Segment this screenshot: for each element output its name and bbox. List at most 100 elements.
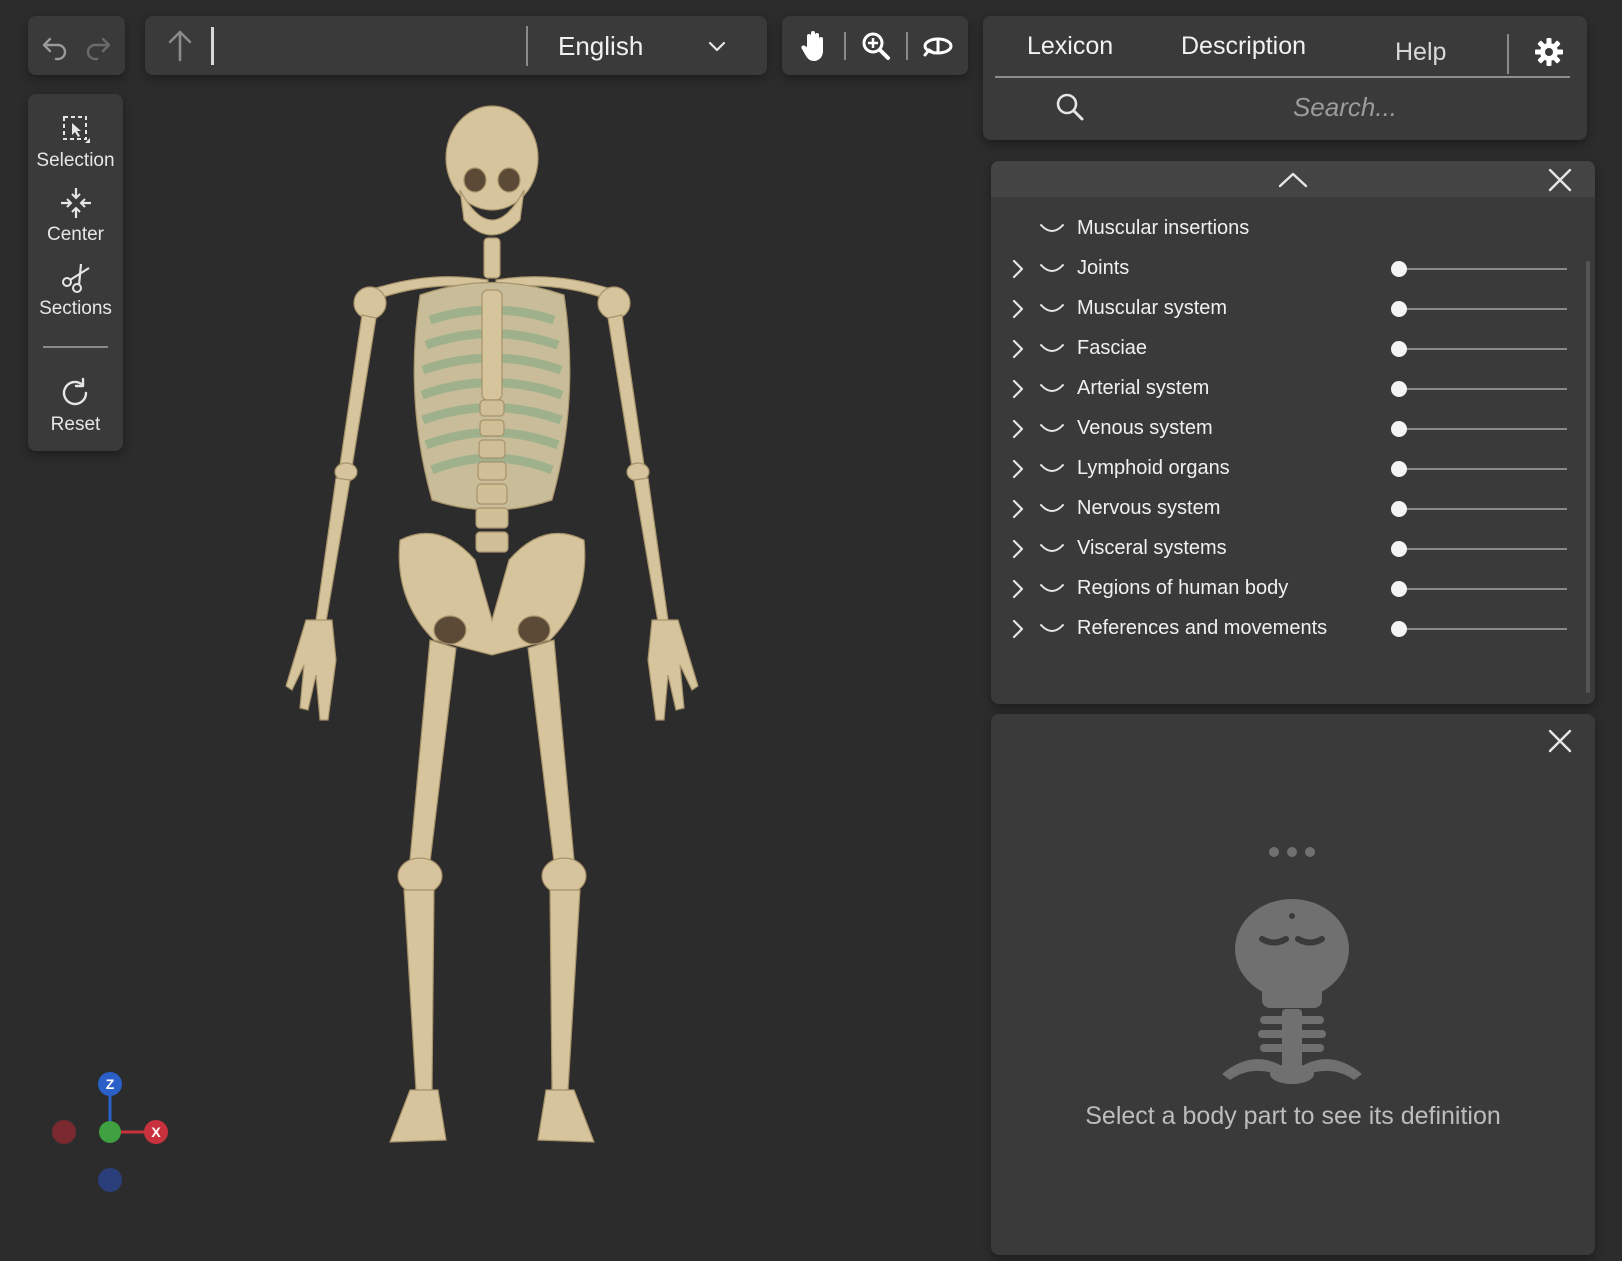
opacity-slider[interactable] <box>1391 621 1567 637</box>
sections-button[interactable]: Sections <box>28 260 123 320</box>
search-button[interactable] <box>1053 90 1087 124</box>
undo-button[interactable] <box>40 31 70 61</box>
system-row[interactable]: Venous system <box>991 409 1581 449</box>
opacity-slider[interactable] <box>1391 421 1567 437</box>
visibility-toggle-icon[interactable] <box>1038 299 1066 319</box>
opacity-slider[interactable] <box>1391 341 1567 357</box>
selection-button[interactable]: Selection <box>28 112 123 172</box>
scrollbar[interactable] <box>1586 261 1590 693</box>
chevron-right-icon[interactable] <box>1009 457 1027 481</box>
system-row[interactable]: Visceral systems <box>991 529 1581 569</box>
opacity-slider[interactable] <box>1391 461 1567 477</box>
axis-gizmo[interactable]: Z X <box>40 1062 180 1212</box>
chevron-right-icon[interactable] <box>1009 577 1027 601</box>
collapse-panel-button[interactable] <box>1275 165 1311 193</box>
slider-track <box>1399 428 1567 430</box>
reset-button[interactable]: Reset <box>28 376 123 436</box>
system-row-label: Muscular system <box>1077 297 1228 319</box>
chevron-right-icon[interactable] <box>1009 417 1027 441</box>
chevron-right-icon[interactable] <box>1009 497 1027 521</box>
tab-help[interactable]: Help <box>1395 38 1446 67</box>
opacity-slider[interactable] <box>1391 501 1567 517</box>
opacity-slider[interactable] <box>1391 541 1567 557</box>
visibility-toggle-icon[interactable] <box>1038 419 1066 439</box>
chevron-right-icon[interactable] <box>1009 297 1027 321</box>
chevron-right-icon[interactable] <box>1009 617 1027 641</box>
divider <box>844 32 846 60</box>
divider <box>1507 34 1509 74</box>
system-row[interactable]: Regions of human body <box>991 569 1581 609</box>
system-row[interactable]: Nervous system <box>991 489 1581 529</box>
close-icon <box>1548 729 1572 753</box>
visibility-toggle-icon[interactable] <box>1038 339 1066 359</box>
hand-icon <box>801 31 823 61</box>
visibility-toggle-icon[interactable] <box>1038 459 1066 479</box>
system-row[interactable]: Joints <box>991 249 1581 289</box>
visibility-toggle-icon[interactable] <box>1038 379 1066 399</box>
slider-thumb[interactable] <box>1391 501 1407 517</box>
opacity-slider[interactable] <box>1391 261 1567 277</box>
visibility-toggle-icon[interactable] <box>1038 579 1066 599</box>
navigate-up-button[interactable] <box>163 28 197 62</box>
systems-panel: Muscular insertions Joints Muscular system… <box>991 161 1595 704</box>
y-axis-handle[interactable] <box>99 1121 121 1143</box>
system-row-label: Joints <box>1077 257 1130 279</box>
slider-thumb[interactable] <box>1391 461 1407 477</box>
slider-thumb[interactable] <box>1391 541 1407 557</box>
selection-label: Selection <box>36 150 115 171</box>
definition-panel: Select a body part to see its definition <box>991 714 1595 1255</box>
visibility-toggle-icon[interactable] <box>1038 619 1066 639</box>
system-row-label: Muscular insertions <box>1077 217 1250 239</box>
slider-thumb[interactable] <box>1391 621 1407 637</box>
slider-thumb[interactable] <box>1391 341 1407 357</box>
left-toolbar: Selection Center Sections Reset <box>28 94 123 451</box>
chevron-right-icon[interactable] <box>1009 377 1027 401</box>
system-row[interactable]: Muscular system <box>991 289 1581 329</box>
divider <box>43 346 108 348</box>
visibility-toggle-icon[interactable] <box>1038 219 1066 239</box>
chevron-right-icon[interactable] <box>1009 537 1027 561</box>
opacity-slider[interactable] <box>1391 301 1567 317</box>
redo-button[interactable] <box>83 31 113 61</box>
opacity-slider[interactable] <box>1391 381 1567 397</box>
slider-thumb[interactable] <box>1391 421 1407 437</box>
tab-description[interactable]: Description <box>1181 32 1306 61</box>
negative-x-handle[interactable] <box>52 1120 76 1144</box>
chevron-right-icon[interactable] <box>1009 337 1027 361</box>
language-select[interactable]: English <box>558 31 643 62</box>
slider-thumb[interactable] <box>1391 301 1407 317</box>
skeleton-model[interactable] <box>270 100 720 1200</box>
definition-placeholder-text: Select a body part to see its definition <box>1085 1102 1501 1130</box>
divider <box>906 32 908 60</box>
slider-thumb[interactable] <box>1391 581 1407 597</box>
visibility-toggle-icon[interactable] <box>1038 259 1066 279</box>
z-axis-label: Z <box>106 1076 115 1092</box>
slider-track <box>1399 308 1567 310</box>
negative-z-handle[interactable] <box>98 1168 122 1192</box>
system-row[interactable]: Muscular insertions <box>991 209 1581 249</box>
settings-button[interactable] <box>1531 34 1567 70</box>
center-button[interactable]: Center <box>28 186 123 246</box>
system-row[interactable]: Arterial system <box>991 369 1581 409</box>
view-tools <box>782 16 968 75</box>
close-systems-panel-button[interactable] <box>1547 167 1573 193</box>
search-input[interactable] <box>1133 86 1557 128</box>
zoom-tool-button[interactable] <box>858 28 894 64</box>
arrow-up-icon <box>168 30 192 62</box>
rotate-tool-button[interactable] <box>920 28 956 64</box>
system-row[interactable]: References and movements <box>991 609 1581 649</box>
system-row[interactable]: Fasciae <box>991 329 1581 369</box>
visibility-toggle-icon[interactable] <box>1038 499 1066 519</box>
chevron-right-icon[interactable] <box>1009 257 1027 281</box>
slider-thumb[interactable] <box>1391 381 1407 397</box>
tab-lexicon[interactable]: Lexicon <box>1027 32 1113 61</box>
center-icon <box>60 188 91 218</box>
system-row[interactable]: Lymphoid organs <box>991 449 1581 489</box>
chevron-down-icon[interactable] <box>705 34 729 58</box>
pan-tool-button[interactable] <box>796 28 832 64</box>
slider-thumb[interactable] <box>1391 261 1407 277</box>
close-definition-panel-button[interactable] <box>1547 728 1573 754</box>
visibility-toggle-icon[interactable] <box>1038 539 1066 559</box>
breadcrumb-cursor[interactable] <box>211 27 214 65</box>
opacity-slider[interactable] <box>1391 581 1567 597</box>
